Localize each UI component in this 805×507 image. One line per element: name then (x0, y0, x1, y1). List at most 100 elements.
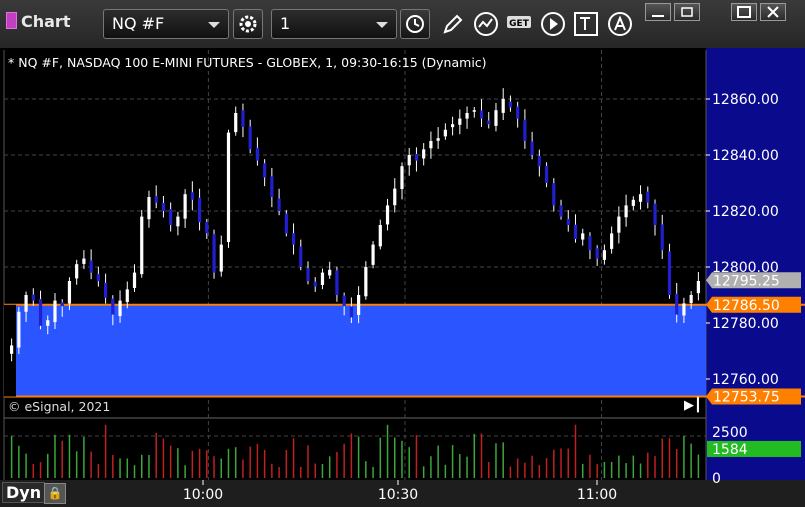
candle-body (646, 191, 650, 203)
candle-body (38, 299, 43, 326)
y-tick-label: 12760.00 (712, 372, 779, 388)
y-tick-label: 12820.00 (712, 204, 779, 220)
chart-window: Chart NQ #F 1 GET 12860.00 12840.00 1282… (0, 0, 805, 507)
candle-body (588, 236, 592, 251)
candle-body (436, 138, 440, 141)
candle-body (393, 188, 397, 206)
maximize-icon[interactable] (731, 3, 757, 21)
candle-body (660, 224, 664, 251)
pencil-icon[interactable] (439, 10, 467, 38)
candle-body (161, 202, 166, 211)
x-tick-label: 10:30 (378, 487, 418, 503)
candle-body (212, 234, 216, 273)
candle-body (270, 176, 274, 197)
candle-body (96, 274, 100, 281)
candle-body (103, 282, 108, 298)
candle-body (689, 295, 693, 304)
candle-body (306, 268, 310, 281)
candle-body (169, 209, 173, 225)
candle-body (653, 203, 657, 225)
candle-body (357, 295, 361, 315)
clock-icon[interactable] (400, 9, 430, 39)
candle-body (450, 124, 455, 128)
x-tick-label: 11:00 (577, 487, 617, 503)
candle-body (631, 199, 635, 206)
interval-select[interactable]: 1 (271, 9, 397, 39)
y-tick-label: 12840.00 (712, 148, 779, 164)
candle-body (60, 302, 64, 307)
candle-body (132, 272, 137, 288)
candle-body (284, 213, 288, 234)
candle-body (610, 233, 614, 249)
chart-app-icon (6, 12, 17, 29)
candle-body (140, 216, 144, 275)
price-marker-label: 12753.75 (713, 390, 780, 406)
candle-body (75, 264, 79, 279)
restore-icon[interactable] (674, 3, 700, 21)
candle-body (523, 119, 527, 141)
candle-body (682, 303, 686, 316)
candle-body (176, 216, 180, 227)
candle-body (581, 233, 585, 240)
zone-gap (4, 304, 16, 397)
dynamic-mode-label[interactable]: Dyn (2, 482, 46, 503)
zone-fill (4, 304, 706, 397)
text-tool-icon[interactable] (572, 10, 600, 38)
play-icon[interactable] (539, 10, 567, 38)
candle-body (263, 163, 267, 178)
candle-body (530, 141, 534, 155)
candle-body (696, 281, 700, 294)
candle-body (479, 110, 484, 119)
candle-body (147, 197, 151, 220)
x-tick-label: 10:00 (183, 487, 223, 503)
candle-body (385, 205, 390, 225)
symbol-value: NQ #F (112, 14, 165, 33)
price-chart[interactable]: 12860.0012840.0012820.0012800.0012780.00… (0, 48, 805, 507)
help-icon[interactable] (645, 3, 671, 21)
candle-body (573, 224, 578, 239)
interval-value: 1 (280, 14, 291, 33)
candle-body (465, 113, 469, 119)
y-tick-label: 12860.00 (712, 92, 779, 108)
candle-body (458, 118, 462, 125)
candle-body (154, 196, 158, 203)
candle-body (472, 110, 476, 112)
copyright-label: © eSignal, 2021 (8, 399, 111, 414)
get-icon[interactable]: GET (505, 10, 533, 38)
candle-body (516, 106, 520, 119)
candle-body (400, 166, 404, 190)
candle-body (197, 197, 202, 223)
candle-body (248, 126, 252, 150)
candle-body (675, 293, 679, 315)
candle-body (299, 246, 303, 267)
candle-body (17, 311, 21, 348)
candle-body (624, 205, 628, 218)
candle-body (371, 244, 375, 265)
scroll-to-end-icon[interactable]: ▶┃ (684, 398, 702, 413)
chevron-down-icon (208, 22, 220, 28)
candle-body (118, 300, 122, 317)
candle-body (10, 345, 14, 354)
candle-body (291, 233, 296, 245)
lock-icon[interactable]: 🔒 (44, 483, 66, 504)
close-icon[interactable] (760, 3, 786, 21)
candle-body (31, 294, 35, 301)
candle-body (429, 141, 433, 149)
price-zone (4, 303, 805, 398)
alert-icon[interactable] (606, 10, 634, 38)
toolbar: Chart NQ #F 1 GET (0, 0, 805, 49)
study-icon[interactable] (472, 10, 500, 38)
candle-body (378, 225, 382, 247)
candle-body (638, 194, 643, 202)
price-marker-label: 12795.25 (713, 273, 780, 289)
chart-header: * NQ #F, NASDAQ 100 E-MINI FUTURES - GLO… (8, 55, 487, 70)
candle-body (111, 298, 115, 315)
candle-body (342, 295, 346, 307)
candle-body (226, 132, 231, 243)
candle-body (313, 281, 317, 287)
gear-icon[interactable] (233, 9, 263, 39)
candle-body (335, 270, 339, 295)
candle-body (443, 129, 447, 137)
candle-body (422, 149, 426, 159)
symbol-select[interactable]: NQ #F (103, 9, 229, 39)
